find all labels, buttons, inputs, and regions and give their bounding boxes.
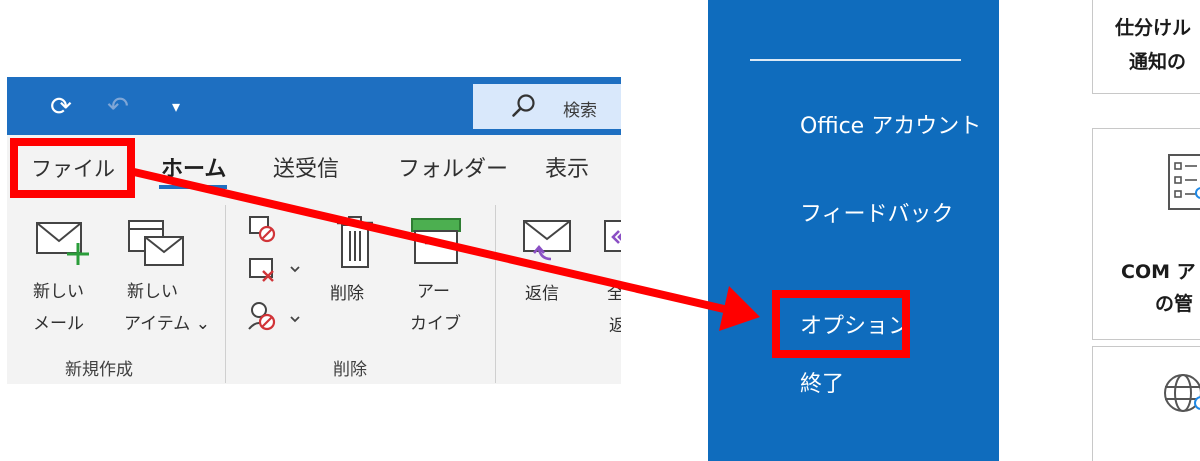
reply-icon	[523, 220, 571, 261]
highlight-file-tab	[10, 138, 135, 198]
tab-send-receive[interactable]: 送受信	[273, 151, 339, 183]
sync-icon[interactable]: ⟳	[45, 91, 77, 123]
archive-label-2: カイブ	[410, 314, 461, 334]
tab-folder[interactable]: フォルダー	[398, 151, 508, 183]
active-tab-indicator	[159, 185, 227, 189]
delete-label: 削除	[330, 284, 364, 304]
language-card[interactable]	[1092, 346, 1200, 461]
outlook-ribbon: ⟳ ↶ ▾ 検索 ファイル ホーム 送受信 フォルダー 表示 新しい メール 新…	[7, 77, 621, 384]
ignore-icon[interactable]	[247, 213, 279, 245]
rules-card-line2: 通知の	[1129, 51, 1187, 73]
new-mail-label-1: 新しい	[33, 282, 84, 302]
new-mail-label-2: メール	[33, 314, 84, 334]
group-separator	[495, 205, 496, 383]
highlight-options	[772, 290, 910, 358]
nav-feedback[interactable]: フィードバック	[800, 196, 954, 228]
tab-home[interactable]: ホーム	[161, 151, 226, 183]
com-card-line2: の管	[1155, 293, 1194, 315]
rules-alerts-card[interactable]: 仕分けル 通知の	[1092, 0, 1200, 94]
com-addins-card[interactable]: COM ア の管	[1092, 128, 1200, 340]
delete-icon	[337, 216, 373, 268]
rules-card-line1: 仕分けル	[1115, 17, 1192, 39]
addins-icon	[1168, 154, 1200, 210]
qat-dropdown-icon[interactable]: ▾	[160, 91, 192, 123]
nav-divider	[750, 59, 961, 61]
group-label-new: 新規作成	[65, 360, 133, 380]
archive-icon	[411, 218, 461, 264]
com-card-line1: COM ア	[1121, 261, 1196, 283]
new-item-label-1: 新しい	[127, 282, 178, 302]
cleanup-icon[interactable]	[247, 255, 303, 285]
new-item-icon	[128, 220, 184, 266]
new-item-label-2: アイテム ⌄	[124, 314, 210, 334]
search-box[interactable]: 検索	[473, 84, 621, 129]
group-separator	[225, 205, 226, 383]
nav-exit[interactable]: 終了	[800, 366, 844, 398]
junk-icon[interactable]	[247, 299, 303, 333]
reply-all-label-2: 返	[609, 316, 621, 336]
reply-all-label-1: 全	[607, 284, 621, 304]
archive-label-1: アー	[417, 282, 450, 302]
reply-label: 返信	[525, 284, 559, 304]
search-label: 検索	[563, 101, 597, 121]
nav-office-account[interactable]: Office アカウント	[800, 108, 981, 140]
backstage-content: 仕分けル 通知の COM ア の管	[999, 0, 1200, 461]
title-bar: ⟳ ↶ ▾ 検索	[7, 77, 621, 135]
globe-icon	[1164, 374, 1200, 412]
undo-icon[interactable]: ↶	[102, 91, 134, 123]
search-icon	[512, 94, 535, 117]
new-mail-icon	[36, 222, 89, 265]
group-label-delete: 削除	[333, 360, 367, 380]
tab-view[interactable]: 表示	[545, 151, 589, 183]
reply-all-icon	[604, 220, 621, 252]
backstage-navigation: Office アカウント フィードバック オプション 終了	[708, 0, 999, 461]
